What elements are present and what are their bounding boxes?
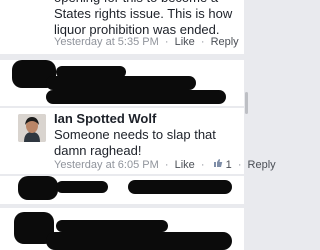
like-count[interactable]: 1 [226, 159, 232, 171]
scrollbar[interactable] [245, 92, 248, 114]
comment-card: Ian Spotted Wolf Someone needs to slap t… [0, 108, 276, 174]
thumbs-up-icon [213, 158, 223, 171]
comment-author[interactable]: Ian Spotted Wolf [54, 111, 156, 126]
comment-meta: Yesterday at 6:05 PM · Like · 1 · Reply [54, 158, 276, 171]
redacted-text [128, 180, 232, 194]
redacted-text [46, 90, 226, 104]
redacted-name [56, 181, 108, 193]
comment-timestamp[interactable]: Yesterday at 6:05 PM [54, 159, 159, 171]
redacted-comment [0, 208, 244, 250]
redacted-avatar [18, 176, 58, 200]
redacted-name [56, 220, 168, 232]
reply-button[interactable]: Reply [248, 159, 276, 171]
like-button[interactable]: Like [175, 36, 195, 48]
comment-timestamp[interactable]: Yesterday at 5:35 PM [54, 36, 159, 48]
redacted-text [46, 76, 196, 90]
comment-text: opening for this to become a States righ… [54, 0, 233, 37]
comment-card: opening for this to become a States righ… [0, 0, 244, 54]
redacted-text [46, 232, 232, 250]
redacted-comment [0, 60, 244, 106]
redacted-comment [0, 176, 244, 204]
user-avatar[interactable] [18, 114, 46, 142]
comment-meta: Yesterday at 5:35 PM · Like · Reply [54, 36, 239, 48]
comment-text: Someone needs to slap that damn raghead! [54, 127, 216, 158]
like-button[interactable]: Like [175, 159, 195, 171]
reply-button[interactable]: Reply [211, 36, 239, 48]
